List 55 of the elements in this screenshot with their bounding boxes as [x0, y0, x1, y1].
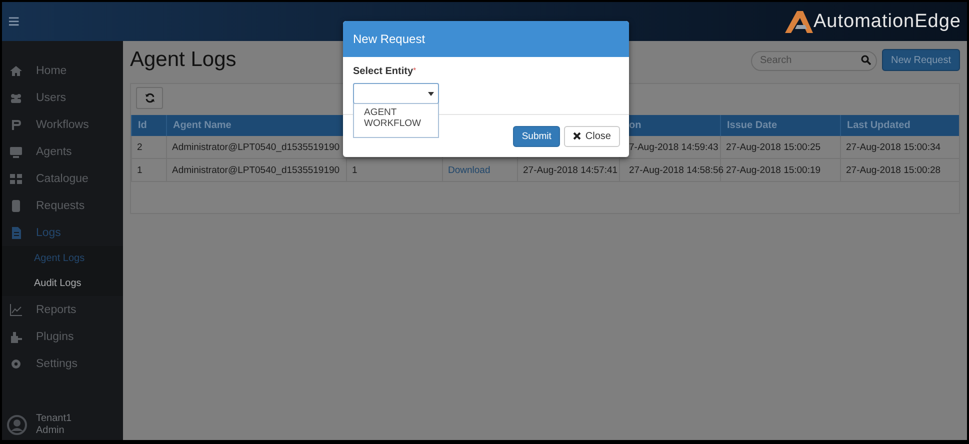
sidebar-subitem[interactable]: Audit Logs [2, 271, 123, 296]
tenant-name: Tenant1 [36, 413, 72, 425]
table-cell: 27-Aug-2018 15:00:25 [726, 142, 821, 152]
page-title: Agent Logs [130, 48, 236, 72]
sidebar-item[interactable]: Plugins [2, 323, 123, 350]
refresh-button[interactable] [136, 87, 163, 109]
agents-icon [10, 146, 22, 158]
table-cell: Administrator@LPT0540_d1535519190 [172, 164, 340, 176]
table-cell: 27-Aug-2018 14:57:41 [523, 164, 618, 176]
table-cell: Administrator@LPT0540_d1535519190 [172, 142, 340, 152]
caret-icon [428, 92, 434, 96]
reports-icon [10, 304, 22, 316]
download-link[interactable]: Download [448, 164, 490, 176]
table-cell: 27-Aug-2018 14:58:56 [629, 164, 724, 176]
sidebar-item[interactable]: Workflows [2, 111, 123, 138]
dialog-title: New Request [353, 32, 426, 46]
sidebar-item[interactable]: Agents [2, 138, 123, 165]
new-request-button[interactable]: New Request [882, 49, 960, 71]
logo-text: AutomationEdge [814, 10, 961, 32]
logo-icon [784, 10, 812, 32]
avatar-icon [7, 415, 27, 435]
close-button[interactable]: Close [564, 126, 620, 146]
settings-icon [10, 358, 22, 370]
submit-button[interactable]: Submit [512, 126, 560, 146]
table-cell: 27-Aug-2018 15:00:34 [846, 142, 941, 152]
table-cell: 7-Aug-2018 14:59:43 [629, 142, 718, 152]
table-cell: 2 [137, 142, 142, 152]
table-cell: 27-Aug-2018 15:00:19 [726, 164, 821, 176]
sidebar-subitem[interactable]: Agent Logs [2, 246, 123, 271]
sidebar-item[interactable]: Users [2, 84, 123, 111]
sidebar-item[interactable]: Settings [2, 350, 123, 377]
sidebar-item[interactable]: Catalogue [2, 165, 123, 192]
table-cell: 1 [137, 164, 142, 176]
close-icon [573, 132, 582, 140]
plugins-icon [10, 330, 22, 342]
home-icon [10, 64, 22, 76]
table-cell: 1 [352, 164, 358, 176]
sidebar-item[interactable]: Requests [2, 192, 123, 219]
catalogue-icon [10, 172, 22, 184]
sidebar-item[interactable]: Logs [2, 219, 123, 246]
required-mark: * [413, 66, 416, 75]
refresh-icon [144, 93, 154, 103]
sidebar-item[interactable]: Reports [2, 296, 123, 323]
menu-icon[interactable]: ≡ [8, 12, 20, 32]
field-label: Select Entity [353, 66, 414, 77]
search-icon [860, 55, 871, 65]
users-icon [10, 92, 22, 104]
column-header: Issue Date [720, 115, 840, 136]
user-role: Admin [36, 425, 66, 437]
dropdown-option[interactable]: AGENT WORKFLOW [354, 107, 424, 129]
column-header: Id [132, 115, 166, 136]
table-cell: 27-Aug-2018 15:00:28 [846, 164, 941, 176]
sidebar-item[interactable]: Home [2, 57, 123, 84]
column-header: Last Updated [840, 115, 959, 136]
logs-icon [10, 226, 22, 238]
